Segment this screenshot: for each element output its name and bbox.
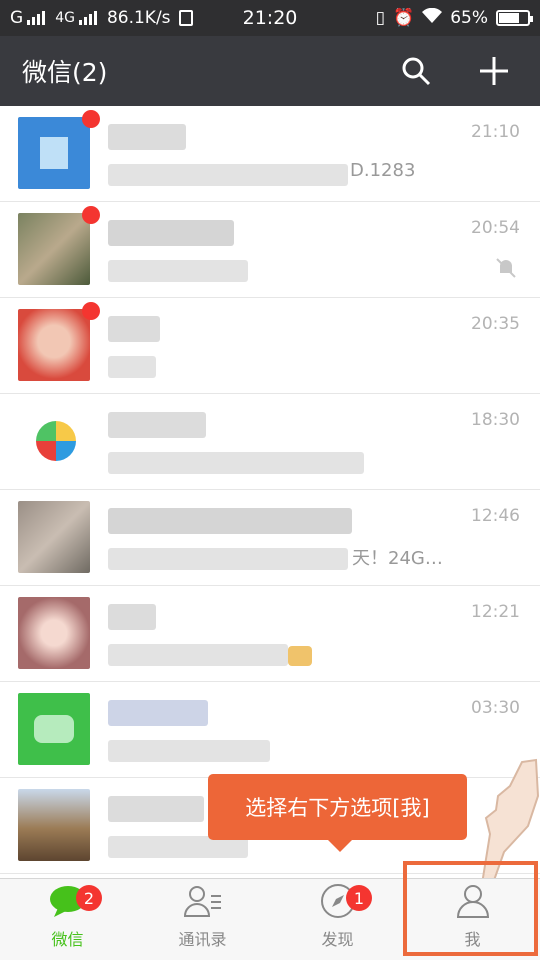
carrier-label: G	[10, 8, 24, 28]
tab-discover[interactable]: 发现 1	[270, 879, 405, 960]
battery-percent: 65%	[450, 8, 488, 28]
unread-dot	[82, 206, 100, 224]
chat-row[interactable]: 18:30	[0, 394, 540, 490]
add-button[interactable]	[470, 47, 518, 95]
avatar	[18, 309, 90, 381]
chat-name-blurred	[108, 124, 186, 150]
chat-time: 12:46	[471, 506, 520, 526]
alarm-icon: ⏰	[393, 8, 415, 28]
person-icon	[451, 882, 495, 920]
avatar	[18, 789, 90, 861]
unread-dot	[82, 302, 100, 320]
unread-dot	[82, 110, 100, 128]
chat-name-blurred	[108, 412, 206, 438]
page-title: 微信(2)	[22, 58, 108, 87]
chat-time: 03:30	[471, 698, 520, 718]
network-label: 4G	[55, 10, 75, 26]
chat-name-blurred	[108, 796, 204, 822]
chat-preview-tail: D.1283	[350, 160, 416, 181]
chat-preview-blurred	[108, 644, 288, 666]
chat-time: 18:30	[471, 410, 520, 430]
tab-label: 我	[464, 930, 481, 949]
vibrate-icon: ▯	[375, 8, 386, 28]
chat-preview-tail: 天！24G…	[352, 548, 443, 569]
signal-icon-2	[78, 11, 97, 25]
tab-label: 通讯录	[178, 930, 227, 949]
contacts-icon	[181, 882, 225, 920]
tutorial-tooltip: 选择右下方选项[我]	[208, 774, 467, 852]
unread-badge: 1	[346, 885, 372, 911]
avatar	[18, 405, 90, 477]
chat-preview-blurred	[108, 356, 156, 378]
sim-icon	[178, 10, 193, 26]
chat-preview-blurred	[108, 740, 270, 762]
tab-chats[interactable]: 微信 2	[0, 879, 135, 960]
chat-row[interactable]: 20:54	[0, 202, 540, 298]
avatar	[18, 693, 90, 765]
network-speed: 86.1K/s	[106, 8, 171, 28]
wifi-icon	[422, 7, 443, 29]
avatar	[18, 597, 90, 669]
chat-name-blurred	[108, 700, 208, 726]
search-icon	[402, 57, 431, 86]
chat-name-blurred	[108, 508, 352, 534]
tab-me[interactable]: 我	[405, 879, 540, 960]
search-button[interactable]	[392, 47, 440, 95]
chat-name-blurred	[108, 604, 156, 630]
chat-preview-blurred	[108, 164, 348, 186]
battery-icon	[496, 10, 533, 26]
title-bar: 微信(2)	[0, 36, 540, 106]
chat-row[interactable]: 20:35	[0, 298, 540, 394]
emoji-icon	[288, 646, 312, 666]
chat-preview-blurred	[108, 452, 364, 474]
avatar	[18, 213, 90, 285]
tab-contacts[interactable]: 通讯录	[135, 879, 270, 960]
signal-icon	[27, 11, 46, 25]
tab-label: 微信	[51, 930, 84, 949]
chat-row[interactable]: 天！24G… 12:46	[0, 490, 540, 586]
chat-time: 21:10	[471, 122, 520, 142]
chat-row[interactable]: 12:21	[0, 586, 540, 682]
chat-time: 20:35	[471, 314, 520, 334]
chat-preview-blurred	[108, 260, 248, 282]
mute-bell-icon	[496, 258, 516, 278]
hand-pointer-icon	[480, 758, 540, 888]
avatar	[18, 117, 90, 189]
chat-row[interactable]: D.1283 21:10	[0, 106, 540, 202]
chat-preview-blurred	[108, 548, 348, 570]
avatar	[18, 501, 90, 573]
chat-name-blurred	[108, 316, 160, 342]
chat-time: 20:54	[471, 218, 520, 238]
plus-icon	[480, 57, 508, 85]
chat-name-blurred	[108, 220, 234, 246]
status-bar: G 4G 86.1K/s 21:20 ▯ ⏰ 65%	[0, 0, 540, 36]
unread-badge: 2	[76, 885, 102, 911]
chat-time: 12:21	[471, 602, 520, 622]
tab-bar: 微信 2 通讯录 发现 1 我	[0, 878, 540, 960]
tab-label: 发现	[321, 930, 354, 949]
